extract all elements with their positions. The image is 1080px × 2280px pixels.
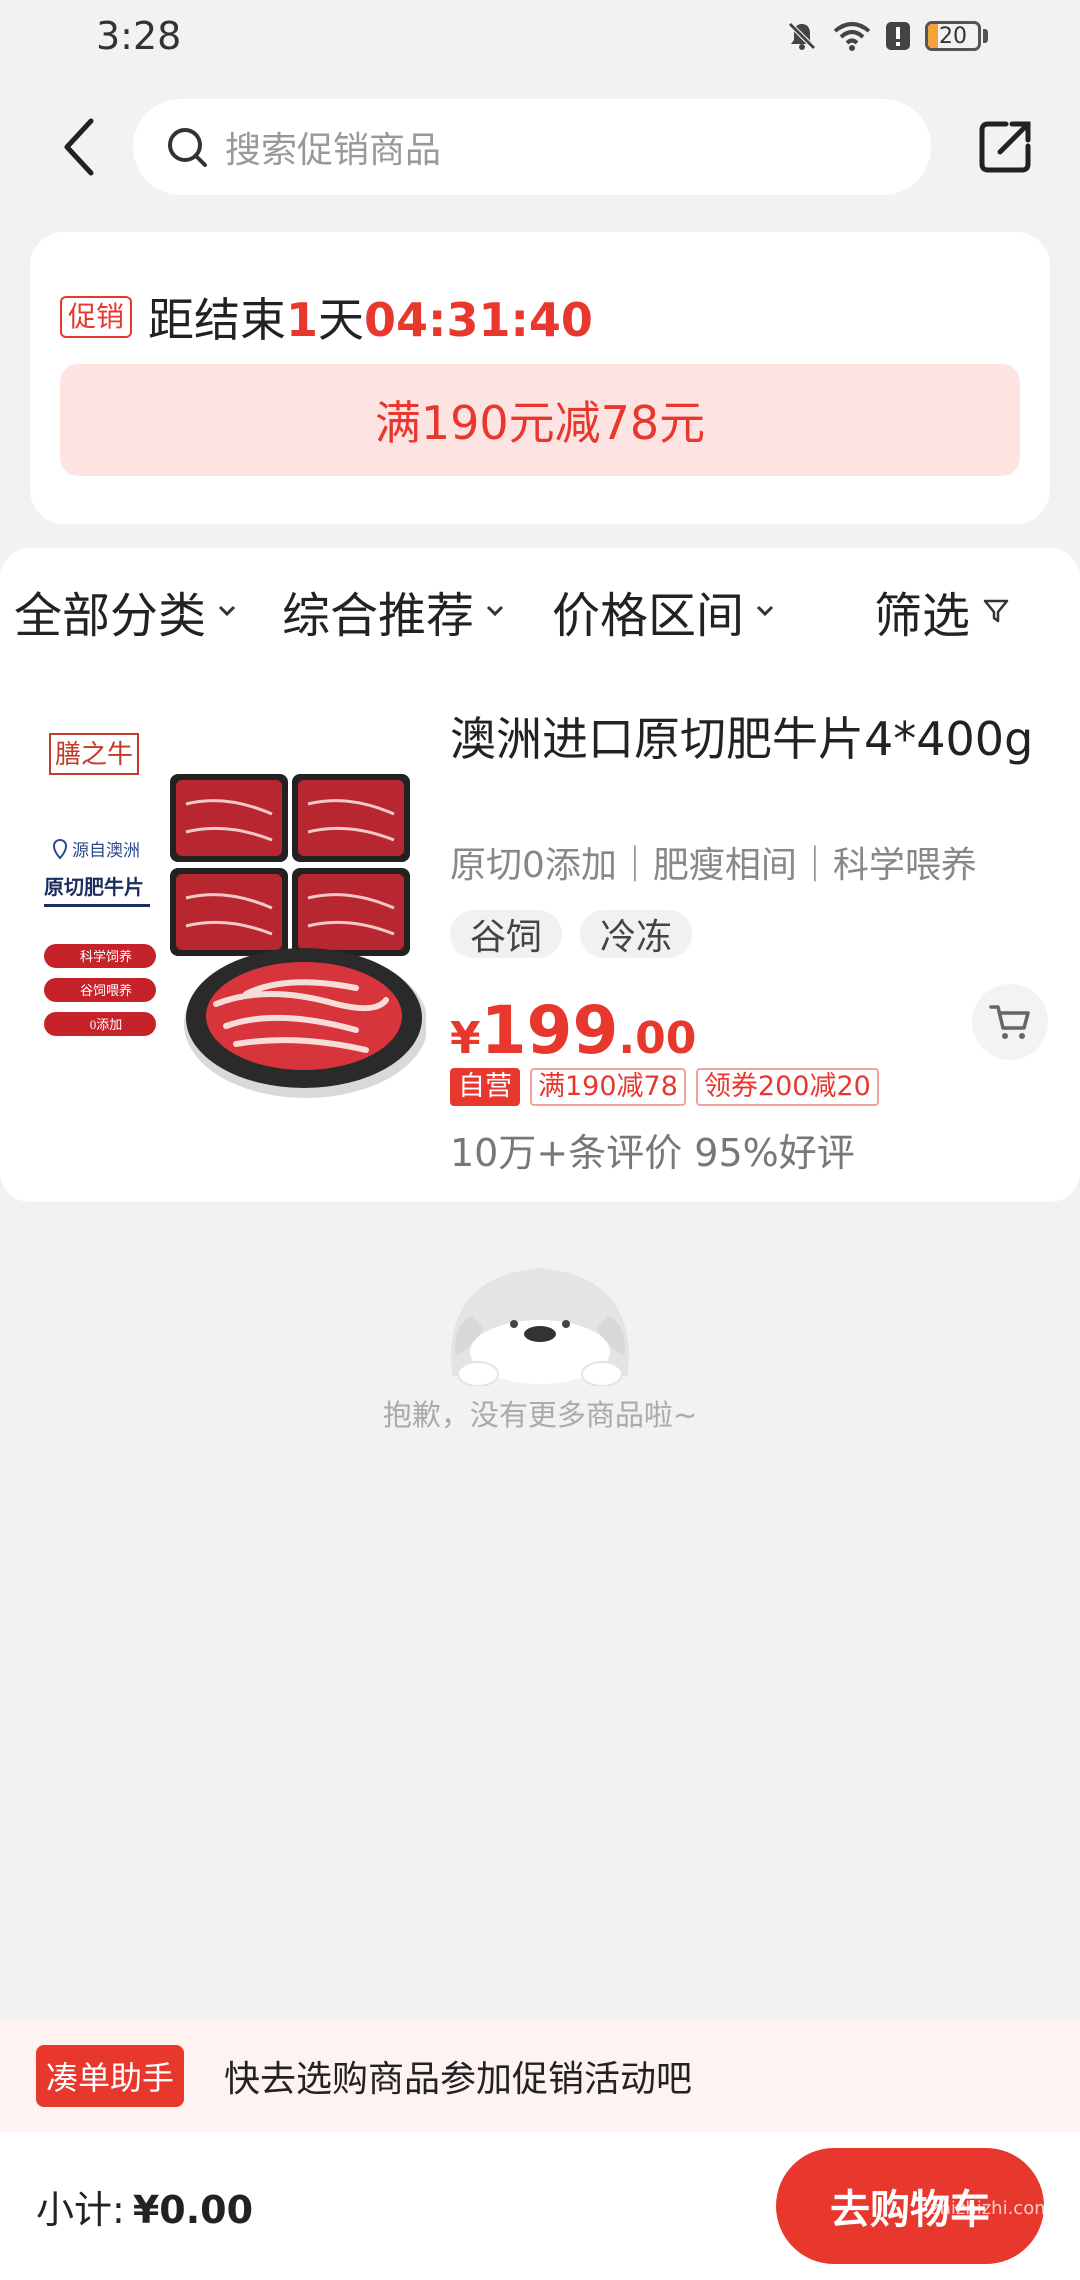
- chevron-down-icon: [486, 605, 504, 617]
- status-icons: 20: [785, 19, 988, 53]
- subtotal-value: ¥0.00: [132, 2187, 254, 2232]
- empty-message: 抱歉，没有更多商品啦~: [382, 1398, 698, 1432]
- product-card[interactable]: 膳之牛 源自澳洲 原切肥牛片 科学饲养 谷饲喂养 0添加 澳洲进口原切肥牛片4*…: [0, 674, 1080, 1202]
- filter-price-range[interactable]: 价格区间: [552, 576, 774, 646]
- product-tags: 谷饲 冷冻: [450, 910, 693, 958]
- price-currency: ¥: [450, 1013, 481, 1064]
- filter-label: 筛选: [874, 588, 971, 644]
- chevron-down-icon: [756, 605, 774, 617]
- share-button[interactable]: [971, 112, 1038, 182]
- countdown-days-unit: 天: [318, 293, 365, 347]
- helper-text: 快去选购商品参加促销活动吧: [224, 2059, 693, 2100]
- promo-countdown-row: 促销 距结束 1 天 04:31:40: [60, 284, 593, 350]
- filter-all-categories[interactable]: 全部分类: [14, 576, 236, 646]
- empty-dog-icon: [451, 1268, 629, 1386]
- battery-icon: 20: [925, 21, 988, 51]
- watermark: zhizhizhi.com: [930, 2198, 1052, 2219]
- bottom-bar: 小计: ¥0.00 去购物车: [0, 2132, 1080, 2280]
- wifi-icon: [833, 22, 871, 51]
- product-tag: 冷冻: [580, 910, 693, 958]
- order-helper-bar[interactable]: 凑单助手 快去选购商品参加促销活动吧: [0, 2020, 1080, 2132]
- share-icon: [979, 121, 1031, 173]
- promo-rule: 满190元减78元: [60, 364, 1020, 476]
- filter-label: 全部分类: [14, 588, 207, 644]
- funnel-icon: [983, 599, 1009, 623]
- subtotal-label: 小计:: [36, 2187, 125, 2232]
- svg-text:科学饲养: 科学饲养: [80, 949, 132, 964]
- chevron-down-icon: [218, 605, 236, 617]
- product-title[interactable]: 澳洲进口原切肥牛片4*400g: [450, 710, 1050, 768]
- cart-icon: [989, 1005, 1030, 1039]
- alert-icon: [886, 22, 910, 50]
- chevron-left-icon: [64, 118, 94, 176]
- price-integer: 199: [480, 992, 619, 1069]
- search-placeholder: 搜索促销商品: [225, 130, 442, 171]
- price-decimal: .00: [618, 1013, 697, 1064]
- svg-text:谷饲喂养: 谷饲喂养: [80, 983, 132, 998]
- search-icon: [168, 128, 208, 167]
- self-operated-label: 自营: [450, 1068, 520, 1106]
- add-to-cart-button[interactable]: [972, 984, 1048, 1060]
- svg-text:原切肥牛片: 原切肥牛片: [44, 875, 144, 899]
- product-tag: 谷饲: [450, 910, 563, 958]
- subtotal: 小计: ¥0.00: [36, 2179, 253, 2234]
- product-reviews: 10万+条评价 95%好评: [450, 1131, 855, 1175]
- promo-countdown: 距结束 1 天 04:31:40: [148, 284, 593, 350]
- product-price: ¥ 199 .00: [450, 992, 696, 1069]
- search-input[interactable]: 搜索促销商品: [133, 99, 932, 195]
- status-bar: 3:28 20: [0, 0, 1080, 72]
- status-time: 3:28: [96, 14, 182, 58]
- countdown-prefix: 距结束: [148, 293, 287, 347]
- mute-bell-icon: [788, 22, 816, 50]
- product-subtitle: 原切0添加｜肥瘦相间｜科学喂养: [450, 845, 977, 886]
- discount-label: 满190减78: [530, 1068, 686, 1106]
- filter-bar: 全部分类 综合推荐 价格区间 筛选: [0, 548, 1080, 674]
- helper-badge: 凑单助手: [36, 2045, 185, 2107]
- filter-screen[interactable]: 筛选: [874, 576, 1010, 646]
- product-image[interactable]: 膳之牛 源自澳洲 原切肥牛片 科学饲养 谷饲喂养 0添加: [36, 704, 426, 1104]
- product-labels: 自营 满190减78 领券200减20: [450, 1068, 879, 1106]
- coupon-label[interactable]: 领券200减20: [695, 1068, 879, 1106]
- countdown-days: 1: [286, 293, 319, 347]
- countdown-time: 04:31:40: [364, 293, 593, 347]
- svg-text:0添加: 0添加: [90, 1017, 123, 1032]
- promo-badge: 促销: [60, 296, 133, 338]
- filter-label: 价格区间: [552, 588, 745, 644]
- filter-label: 综合推荐: [282, 588, 475, 644]
- header: 搜索促销商品: [0, 92, 1080, 202]
- filter-sort[interactable]: 综合推荐: [282, 576, 504, 646]
- product-brand-text: 膳之牛: [55, 740, 133, 769]
- battery-level: 20: [939, 23, 967, 49]
- promo-card: 促销 距结束 1 天 04:31:40 满190元减78元: [30, 232, 1050, 524]
- back-button[interactable]: [50, 107, 107, 187]
- svg-text:源自澳洲: 源自澳洲: [72, 841, 140, 860]
